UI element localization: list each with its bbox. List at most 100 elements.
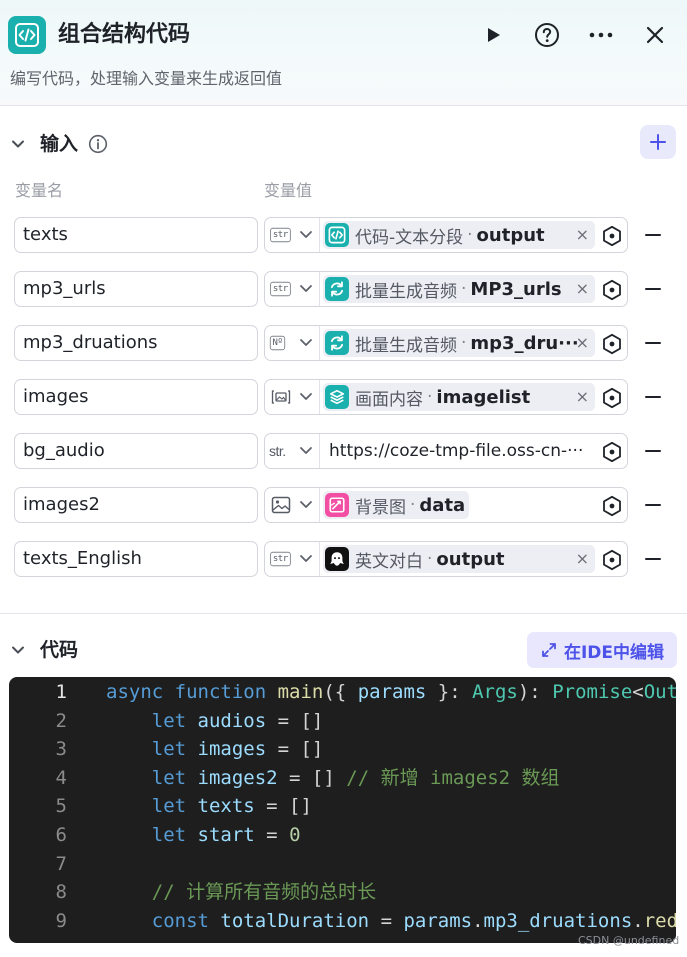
code-line[interactable]: 9 const totalDuration = params.mp3_druat… [9,907,676,935]
variable-reference-tag[interactable]: 批量生成音频 · MP3_urls × [323,275,595,303]
variable-picker-icon[interactable] [601,495,623,517]
panel-header: 组合结构代码 编写代码，处理输入变量来生成返回值 [0,0,687,106]
string-type-icon: str [270,227,291,243]
add-variable-button[interactable] [640,125,676,159]
variable-reference-tag[interactable]: 批量生成音频 · mp3_dru··· × [323,329,595,357]
variable-name-input[interactable]: texts [14,217,258,253]
code-text: const totalDuration = params.mp3_druatio… [151,909,676,932]
code-line[interactable]: 6 let start = 0 [9,821,676,849]
page-subtitle: 编写代码，处理输入变量来生成返回值 [10,69,283,88]
variable-name-input[interactable]: images2 [14,487,258,523]
type-selector[interactable]: str [265,272,320,306]
code-text: async function main({ params }: Args): P… [106,681,676,703]
reference-node-name: 背景图 [355,497,406,518]
variable-value-field: 画面内容 · imagelist × [264,379,628,415]
variable-name-input[interactable]: bg_audio [14,433,258,469]
variable-row: bg_audio str. https://coze-tmp-file.oss-… [0,433,687,471]
remove-variable-button[interactable] [644,442,662,460]
reference-field-name: mp3_dru··· [470,332,579,354]
type-selector[interactable] [265,488,320,522]
info-icon[interactable] [88,134,108,154]
code-text: let audios = [] [151,709,324,732]
code-text: let images = [] [151,738,324,761]
reference-separator: · [427,549,433,569]
remove-variable-button[interactable] [644,388,662,406]
reference-field-name: data [419,494,466,516]
reference-node-name: 代码-文本分段 [355,227,464,248]
remove-variable-button[interactable] [644,226,662,244]
remove-reference-icon[interactable]: × [576,383,589,411]
plus-icon [650,134,666,150]
type-selector[interactable] [265,380,320,414]
code-section-title: 代码 [40,639,79,661]
line-number: 3 [55,738,67,761]
more-icon [589,32,613,38]
variable-picker-icon[interactable] [601,549,623,571]
help-button[interactable] [530,18,564,52]
variable-row: texts_English str 英文对白 · output × [0,541,687,579]
column-label-name: 变量名 [15,181,64,200]
run-button[interactable] [476,18,510,52]
remove-reference-icon[interactable]: × [576,221,589,249]
variable-row: images2 背景图 · data [0,487,687,525]
code-line[interactable]: 8 // 计算所有音频的总时长 [9,878,676,906]
variable-name-input[interactable]: texts_English [14,541,258,577]
close-button[interactable] [638,18,672,52]
more-button[interactable] [584,18,618,52]
variable-name-input[interactable]: mp3_druations [14,325,258,361]
code-line[interactable]: 3 let images = [] [9,735,676,763]
reference-field-name: output [476,224,545,246]
variable-reference-tag[interactable]: 英文对白 · output × [323,545,595,573]
code-line[interactable]: 7 [9,850,676,878]
variable-picker-icon[interactable] [601,333,623,355]
type-selector[interactable]: str. [265,434,320,468]
code-line[interactable]: 5 let texts = [] [9,792,676,820]
remove-variable-button[interactable] [644,550,662,568]
variable-picker-icon[interactable] [601,279,623,301]
variable-picker-icon[interactable] [601,441,623,463]
remove-variable-button[interactable] [644,496,662,514]
variable-picker-icon[interactable] [601,225,623,247]
collapse-chevron-icon[interactable] [10,136,26,152]
collapse-chevron-icon[interactable] [10,642,26,658]
code-text: let texts = [] [151,795,312,818]
code-editor[interactable]: 1 async function main({ params }: Args): … [9,677,676,943]
type-selector[interactable]: Nº [265,326,320,360]
remove-variable-button[interactable] [644,334,662,352]
bot-node-icon [325,547,349,571]
remove-variable-button[interactable] [644,280,662,298]
edit-in-ide-button[interactable]: 在IDE中编辑 [527,632,677,668]
reference-node-name: 英文对白 [355,551,423,572]
remove-reference-icon[interactable]: × [576,329,589,357]
image-type-icon [271,496,291,514]
reference-field-name: imagelist [436,386,531,408]
code-line[interactable]: 1 async function main({ params }: Args): … [9,678,676,706]
variable-reference-tag[interactable]: 画面内容 · imagelist × [323,383,595,411]
code-text: let start = 0 [151,824,301,846]
help-icon [535,23,559,47]
chevron-down-icon [300,339,312,346]
reference-separator: · [461,279,467,299]
line-number: 8 [55,881,67,904]
variable-value-field: Nº 批量生成音频 · mp3_dru··· × [264,325,628,361]
variable-value-field: str 代码-文本分段 · output × [264,217,628,253]
string-type-icon: str. [269,443,286,459]
type-selector[interactable]: str [265,218,320,252]
code-node-icon [325,223,349,247]
remove-reference-icon[interactable]: × [576,545,589,573]
code-line[interactable]: 4 let images2 = [] // 新增 images2 数组 [9,764,676,792]
chevron-down-icon [300,393,312,400]
variable-picker-icon[interactable] [601,387,623,409]
play-icon [488,28,500,42]
line-number: 6 [55,824,67,846]
variable-value-field: str 英文对白 · output × [264,541,628,577]
code-line[interactable]: 2 let audios = [] [9,707,676,735]
variable-name-input[interactable]: mp3_urls [14,271,258,307]
type-selector[interactable]: str [265,542,320,576]
remove-reference-icon[interactable]: × [576,275,589,303]
constant-value-input[interactable]: https://coze-tmp-file.oss-cn-··· [329,434,591,468]
variable-reference-tag[interactable]: 背景图 · data [323,491,469,519]
variable-reference-tag[interactable]: 代码-文本分段 · output × [323,221,595,249]
variable-name-input[interactable]: images [14,379,258,415]
chevron-down-icon [300,447,312,454]
